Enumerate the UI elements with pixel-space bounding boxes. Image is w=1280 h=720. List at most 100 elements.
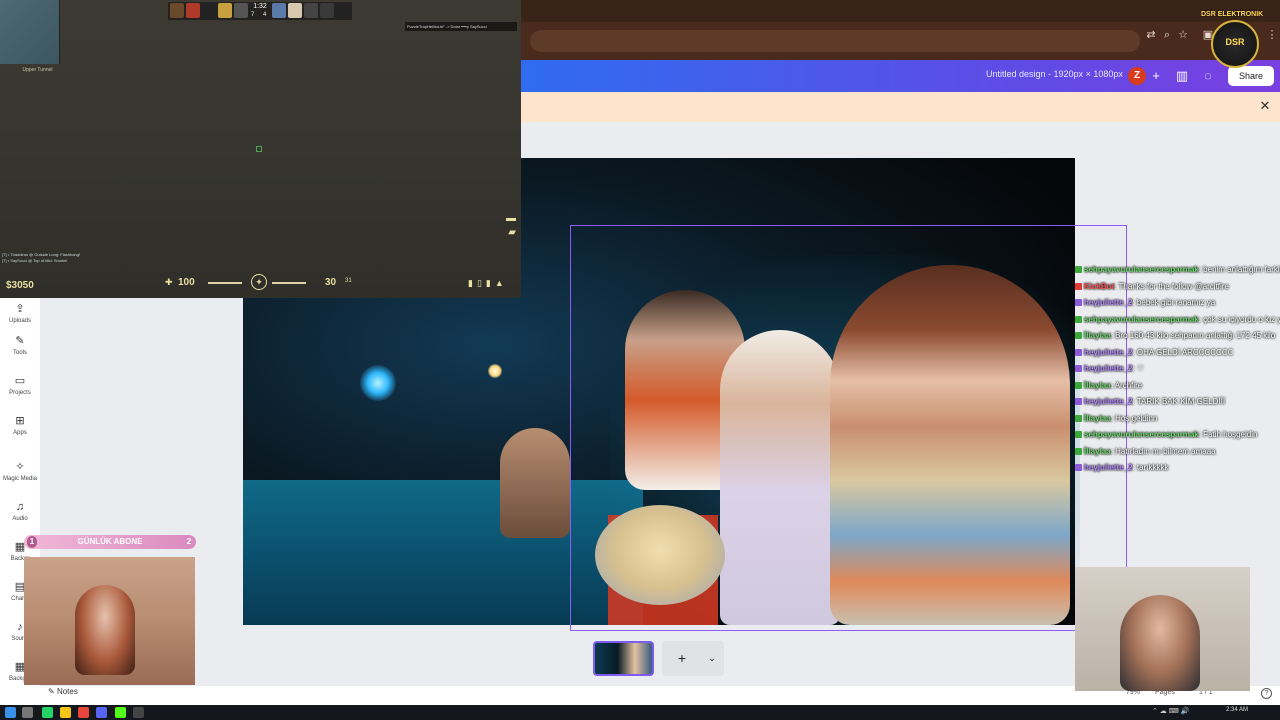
sidebar-item-apps[interactable]: ⊞ Apps [0, 414, 40, 436]
upload-icon: ⇪ [15, 303, 25, 315]
obs-icon[interactable] [133, 707, 144, 718]
share-button[interactable]: Share [1228, 66, 1274, 86]
sidebar-item-tools[interactable]: ✎ Tools [0, 334, 40, 356]
sponsor-label: DSR ELEKTRONIK [1201, 11, 1264, 18]
analytics-icon[interactable]: ▥ [1173, 67, 1191, 85]
chat-message: heyjuliette_2: tarıkkkkk [1075, 460, 1280, 477]
sidebar-item-label: Audio [12, 516, 28, 522]
help-icon[interactable]: ? [1261, 688, 1272, 699]
address-bar[interactable] [530, 30, 1140, 52]
chat-message: heyjuliette_2: bebek gibi ranamız ya [1075, 295, 1280, 312]
kick-icon[interactable] [115, 707, 126, 718]
score-ct: 7 [251, 12, 255, 18]
map-location: Upper Tunnel [22, 67, 53, 73]
close-icon[interactable]: ✕ [1258, 99, 1272, 113]
chat-text: : çok su içiyordu o kız ya [1198, 314, 1280, 324]
sidebar-item-uploads[interactable]: ⇪ Uploads [0, 302, 40, 324]
ammo: 30 [325, 277, 337, 288]
agent-portrait [304, 3, 318, 18]
plus-icon[interactable]: + [674, 649, 690, 667]
dsr-logo-text: DSR [1225, 37, 1245, 47]
chat-message: İllaylaa: Hoş geldinn [1075, 411, 1280, 428]
swimmer-figure [500, 428, 570, 538]
armor-bar [272, 282, 306, 284]
menu-icon[interactable]: ⋮ [1264, 27, 1280, 43]
ammo-reserve: 31 [345, 278, 352, 284]
search-icon[interactable] [22, 707, 33, 718]
badge-icon [1075, 414, 1082, 422]
chrome-icon[interactable] [78, 707, 89, 718]
badge-icon [1075, 398, 1082, 405]
page-thumbnail[interactable] [593, 641, 654, 676]
badge-icon [1075, 332, 1082, 339]
system-tray[interactable]: ⌃ ☁ ⌨ 🔊 [1152, 707, 1190, 715]
design-title[interactable]: Untitled design - 1920px × 1080px [986, 69, 1123, 79]
weapon-list: ▬ ▰ [480, 212, 516, 272]
agent-portrait [170, 3, 184, 18]
chat-text: : Thanks for the follow @arcitfire [1114, 281, 1229, 291]
chat-username[interactable]: İllaylaa [1084, 414, 1111, 423]
chat-username[interactable]: sehpayavurulansercesparmak [1084, 315, 1199, 324]
comment-icon[interactable]: ◌ [1199, 67, 1217, 85]
taskbar [0, 705, 1280, 720]
chat-username[interactable]: heyjuliette_2 [1084, 364, 1132, 373]
chat-username[interactable]: KickBot [1084, 282, 1114, 291]
folder-icon[interactable] [60, 707, 71, 718]
chat-username[interactable]: heyjuliette_2 [1084, 463, 1132, 472]
chat-username[interactable]: İllaylaa [1084, 331, 1111, 340]
chat-message: sehpayavurulansercesparmak: benim anlatt… [1075, 262, 1280, 279]
money: $3050 [6, 280, 34, 291]
chat-message: heyjuliette_2: OHA GELDİ ARCCCCCCC [1075, 345, 1280, 362]
info-banner [521, 92, 1280, 122]
windows-start-icon[interactable] [5, 707, 16, 718]
badge-icon [1075, 431, 1082, 438]
notes-button[interactable]: ✎ Notes [48, 687, 78, 696]
canva-header [521, 60, 1280, 92]
chat-username[interactable]: sehpayavurulansercesparmak [1084, 265, 1199, 274]
avatar[interactable]: Z [1128, 67, 1146, 85]
chat-username[interactable]: heyjuliette_2 [1084, 397, 1132, 406]
chat-text: : TARIK BAK KİM GELDİİİ [1132, 397, 1226, 406]
badge-icon [1075, 282, 1082, 290]
chat-message: heyjuliette_2: TARIK BAK KİM GELDİİİ [1075, 394, 1280, 411]
sidebar-item-label: Uploads [8, 318, 31, 324]
agent-portrait [202, 3, 216, 18]
chevron-down-icon[interactable]: ⌄ [704, 649, 720, 667]
clock[interactable]: 2:34 AM [1226, 707, 1248, 713]
zoom-icon[interactable]: ⌕ [1159, 27, 1175, 43]
badge-icon [1075, 315, 1082, 323]
chat-text: : benim anlattığım farklı İllayla farklı [1198, 265, 1280, 274]
selection-box[interactable] [570, 225, 1127, 631]
music-icon: ♫ [15, 501, 25, 513]
sidebar-item-magic-media[interactable]: ✧ Magic Media [0, 460, 40, 482]
badge-icon [1075, 381, 1082, 389]
game-radio-chat: [T] • Thaddeus @ Outside Long: Flashbang… [2, 252, 80, 264]
chat-username[interactable]: İllaylaa [1084, 381, 1111, 390]
health-icon: ✚ [165, 277, 173, 287]
star-icon[interactable]: ☆ [1175, 27, 1191, 43]
chat-text: : Hoş geldinn [1110, 413, 1158, 423]
minimap [0, 0, 60, 64]
lamp-light [488, 364, 502, 378]
pool-light [360, 365, 396, 401]
chat-username[interactable]: İllaylaa [1084, 447, 1111, 456]
sidebar-item-audio[interactable]: ♫ Audio [0, 500, 40, 522]
sub-goal-current: 1 [27, 536, 37, 548]
agent-portrait [272, 3, 286, 18]
translate-icon[interactable]: ⇄ [1143, 27, 1159, 43]
discord-icon[interactable] [96, 707, 107, 718]
chat-username[interactable]: heyjuliette_2 [1084, 348, 1132, 357]
whatsapp-icon[interactable] [42, 707, 53, 718]
chat-text: : bebek gibi ranamız ya [1132, 298, 1216, 307]
chat-text: : Archfire [1110, 380, 1143, 390]
chat-text: : Fatih hoşgeldin [1198, 430, 1258, 439]
radio-line: [T] • SaySucci @ Top of Mid: Smoke! [2, 258, 68, 263]
add-collaborator-icon[interactable]: + [1147, 67, 1165, 85]
armor-icon: ✦ [251, 274, 267, 290]
sidebar-item-projects[interactable]: ▭ Projects [0, 374, 40, 396]
badge-icon [1075, 464, 1082, 471]
badge-icon [1075, 299, 1082, 306]
browser-tab-strip [521, 0, 1280, 22]
chat-username[interactable]: heyjuliette_2 [1084, 298, 1132, 307]
chat-username[interactable]: sehpayavurulansercesparmak [1084, 430, 1199, 439]
